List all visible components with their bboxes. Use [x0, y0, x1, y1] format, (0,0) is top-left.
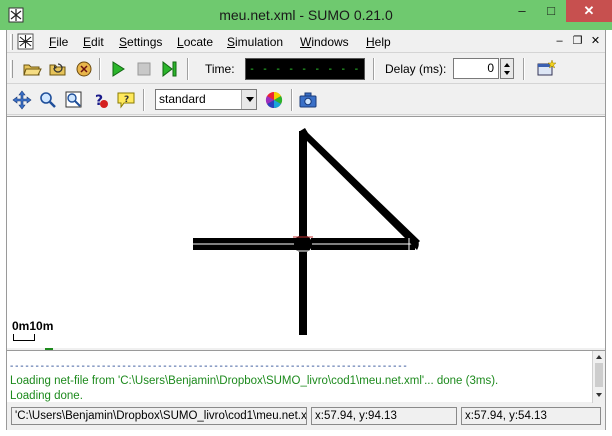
color-scheme-value: standard	[159, 92, 206, 106]
minimize-button[interactable]: –	[508, 0, 536, 22]
menu-file-label: ile	[56, 35, 69, 49]
menu-simulation-label: imulation	[235, 35, 284, 49]
edge-south[interactable]	[299, 251, 307, 335]
menu-settings-mnemonic: S	[119, 35, 128, 49]
mdi-minimize-button[interactable]: –	[551, 34, 568, 49]
spinner-down[interactable]	[504, 71, 510, 75]
svg-text:?: ?	[124, 95, 129, 105]
edge-diagonal[interactable]	[303, 131, 420, 247]
main-frame: File Edit Settings Locate Simulation Win…	[6, 30, 606, 430]
menu-windows-label: indows	[311, 35, 349, 49]
menu-simulation[interactable]: Simulation	[227, 35, 283, 49]
menu-edit-label: dit	[91, 35, 104, 49]
reload-icon[interactable]	[47, 58, 69, 80]
status-coords-geo: x:57.94, y:54.13	[461, 407, 601, 425]
menu-locate[interactable]: Locate	[177, 35, 213, 49]
simulation-toolbar: Time: - - - - - - - - - - - - - - - - De…	[7, 54, 605, 84]
menu-edit-mnemonic: E	[83, 35, 92, 49]
spin-icon[interactable]	[500, 58, 514, 79]
menu-simulation-mnemonic: S	[227, 35, 236, 49]
time-display: - - - - - - - - - - - - - - - -	[245, 58, 365, 80]
locate-icon[interactable]	[37, 89, 59, 111]
status-coords-network: x:57.94, y:94.13	[311, 407, 457, 425]
scale-bar	[13, 334, 35, 341]
road-edges	[193, 128, 420, 335]
menu-help[interactable]: Help	[366, 35, 391, 49]
screenshot-icon[interactable]	[297, 89, 319, 111]
log-separator: - - - - - - - - - - - - - - - - - - - - …	[10, 361, 407, 372]
status-file: 'C:\Users\Benjamin\Dropbox\SUMO_livro\co…	[11, 407, 307, 425]
toolbar-separator	[373, 58, 375, 80]
road-network	[193, 128, 420, 335]
locate-junction-icon[interactable]	[63, 89, 85, 111]
close-window-button[interactable]: ✕	[566, 0, 612, 22]
toolbar-separator	[523, 58, 525, 80]
scroll-up-icon[interactable]	[596, 355, 602, 359]
menu-settings-label: ettings	[127, 35, 163, 49]
color-editor-icon[interactable]	[263, 89, 285, 111]
maximize-button[interactable]: □	[537, 0, 565, 22]
toolbar-separator	[99, 58, 101, 80]
scale-bar-label: 0m10m	[12, 319, 54, 333]
menu-bar: File Edit Settings Locate Simulation Win…	[7, 31, 605, 53]
delay-label: Delay (ms):	[385, 62, 447, 76]
network-view-canvas[interactable]: 0m10m	[7, 116, 605, 350]
status-bar: 'C:\Users\Benjamin\Dropbox\SUMO_livro\co…	[7, 404, 605, 428]
toolbar-grip[interactable]	[10, 60, 13, 78]
menu-windows-mnemonic: W	[300, 35, 312, 49]
chevron-down-icon[interactable]	[241, 90, 256, 109]
stop-icon[interactable]	[133, 58, 155, 80]
recenter-icon[interactable]	[11, 89, 33, 111]
menu-windows[interactable]: Windows	[300, 35, 349, 49]
new-view-icon[interactable]	[535, 58, 557, 80]
log-scrollbar[interactable]	[592, 351, 605, 403]
tooltip-icon[interactable]: ?	[115, 89, 137, 111]
log-line: Loading net-file from 'C:\Users\Benjamin…	[10, 375, 499, 387]
toolbar-separator	[291, 89, 293, 111]
mdi-child-icon[interactable]	[17, 33, 34, 50]
menu-file[interactable]: File	[49, 35, 68, 49]
toolbar-grip[interactable]	[10, 34, 13, 50]
menu-locate-label: ocate	[183, 35, 214, 49]
delay-input[interactable]: 0	[453, 58, 499, 79]
window-titlebar[interactable]: meu.net.xml - SUMO 0.21.0 – □ ✕	[0, 0, 612, 30]
mdi-restore-button[interactable]: ❐	[569, 34, 586, 49]
scroll-down-icon[interactable]	[596, 393, 602, 397]
about-icon[interactable]: ?	[89, 89, 111, 111]
run-play-icon[interactable]	[107, 58, 129, 80]
open-folder-icon[interactable]	[21, 58, 43, 80]
view-toolbar: ? ? standard	[7, 85, 605, 115]
junction-center[interactable]	[294, 235, 312, 253]
menu-locate-mnemonic: L	[177, 35, 184, 49]
time-label: Time:	[205, 62, 235, 76]
edge-north[interactable]	[299, 131, 307, 237]
log-line: Loading done.	[10, 390, 83, 402]
close-simulation-icon[interactable]	[73, 58, 95, 80]
scroll-thumb[interactable]	[595, 363, 603, 387]
spinner-up[interactable]	[504, 63, 510, 67]
toolbar-separator	[187, 58, 189, 80]
time-display-value: - - - - - - - - - - - - - - - -	[249, 64, 361, 74]
menu-help-mnemonic: H	[366, 35, 375, 49]
menu-settings[interactable]: Settings	[119, 35, 162, 49]
menu-edit[interactable]: Edit	[83, 35, 104, 49]
message-log[interactable]: - - - - - - - - - - - - - - - - - - - - …	[7, 350, 605, 403]
step-icon[interactable]	[159, 58, 181, 80]
menu-help-label: elp	[374, 35, 391, 49]
mdi-close-button[interactable]: ✕	[587, 34, 604, 49]
toolbar-separator	[143, 89, 145, 111]
color-scheme-select[interactable]: standard	[155, 89, 257, 110]
